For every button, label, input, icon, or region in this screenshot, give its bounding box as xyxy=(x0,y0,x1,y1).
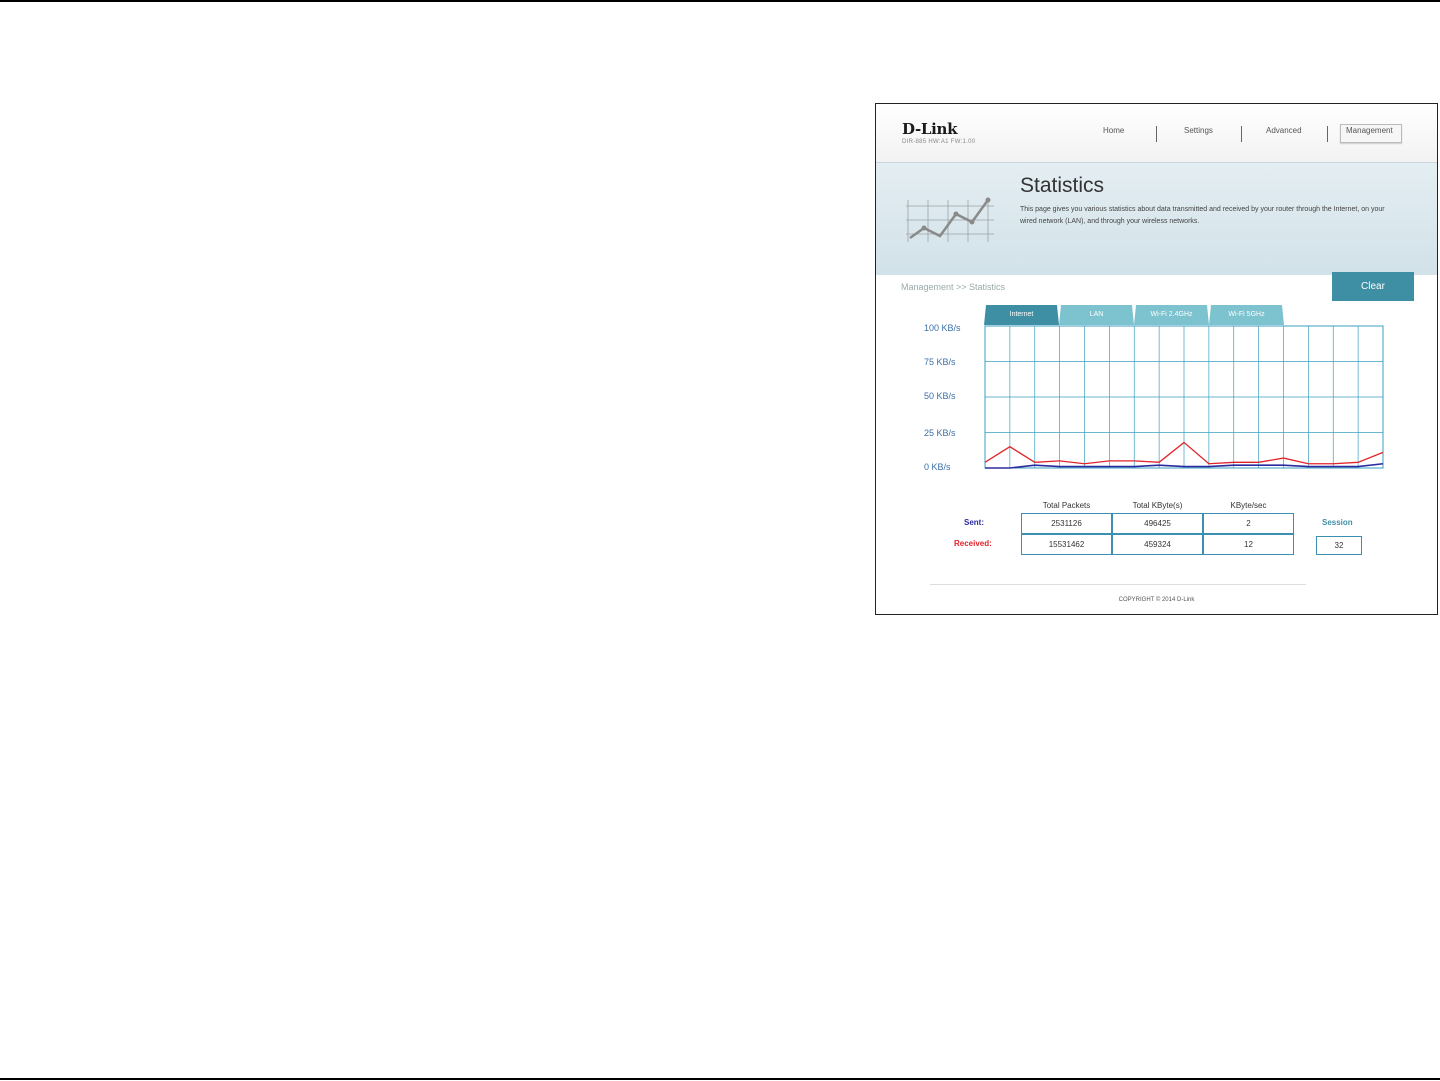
bottom-rule xyxy=(0,1078,1440,1080)
tab-internet-label: Internet xyxy=(1009,311,1034,318)
received-kbyte-per-sec: 12 xyxy=(1203,534,1294,555)
y-axis-label: 75 KB/s xyxy=(924,357,956,367)
y-axis-label: 0 KB/s xyxy=(924,462,951,472)
column-header: Total Packets xyxy=(1042,501,1091,510)
tab-wifi-24ghz[interactable]: Wi-Fi 2.4GHz xyxy=(1134,305,1209,325)
page-description: This page gives you various statistics a… xyxy=(1020,206,1385,225)
top-rule xyxy=(0,0,1440,2)
sent-total-packets: 2531126 xyxy=(1021,513,1112,534)
model-info: DIR-885 HW:A1 FW:1.00 xyxy=(902,139,976,145)
y-axis-label: 50 KB/s xyxy=(924,391,956,401)
footer-divider xyxy=(930,584,1306,585)
nav-settings[interactable]: Settings xyxy=(1184,126,1213,135)
tab-lan[interactable]: LAN xyxy=(1059,305,1134,325)
router-screenshot: D-Link DIR-885 HW:A1 FW:1.00 Home Settin… xyxy=(875,103,1438,615)
nav-advanced[interactable]: Advanced xyxy=(1266,126,1302,135)
nav-management[interactable]: Management xyxy=(1346,126,1393,135)
statistics-graph-icon xyxy=(906,197,994,242)
received-total-kbytes: 459324 xyxy=(1112,534,1203,555)
tab-wifi-5ghz[interactable]: Wi-Fi 5GHz xyxy=(1209,305,1284,325)
tab-wifi-24ghz-label: Wi-Fi 2.4GHz xyxy=(1150,311,1193,318)
breadcrumb: Management >> Statistics xyxy=(901,282,1006,292)
y-axis-label: 100 KB/s xyxy=(924,323,961,333)
y-axis-label: 25 KB/s xyxy=(924,428,956,438)
session-label: Session xyxy=(1322,518,1353,527)
nav-divider xyxy=(1156,126,1157,142)
header: D-Link DIR-885 HW:A1 FW:1.00 Home Settin… xyxy=(876,104,1437,162)
nav-home[interactable]: Home xyxy=(1103,126,1124,135)
clear-button[interactable]: Clear xyxy=(1332,272,1414,301)
copyright: COPYRIGHT © 2014 D-Link xyxy=(1118,597,1195,603)
tab-lan-label: LAN xyxy=(1089,311,1104,318)
received-row-label: Received: xyxy=(954,539,992,548)
sent-kbyte-per-sec: 2 xyxy=(1203,513,1294,534)
session-value: 32 xyxy=(1316,536,1362,555)
traffic-line-chart xyxy=(984,325,1384,469)
tab-internet[interactable]: Internet xyxy=(984,305,1059,325)
sent-total-kbytes: 496425 xyxy=(1112,513,1203,534)
received-total-packets: 15531462 xyxy=(1021,534,1112,555)
page-title: Statistics xyxy=(1020,174,1105,197)
sent-row-label: Sent: xyxy=(964,518,984,527)
column-header: Total KByte(s) xyxy=(1132,501,1183,510)
tab-wifi-5ghz-label: Wi-Fi 5GHz xyxy=(1228,311,1265,318)
brand-logo: D-Link xyxy=(902,120,958,138)
nav-divider xyxy=(1241,126,1242,142)
nav-divider xyxy=(1327,126,1328,142)
column-header: KByte/sec xyxy=(1230,501,1267,510)
